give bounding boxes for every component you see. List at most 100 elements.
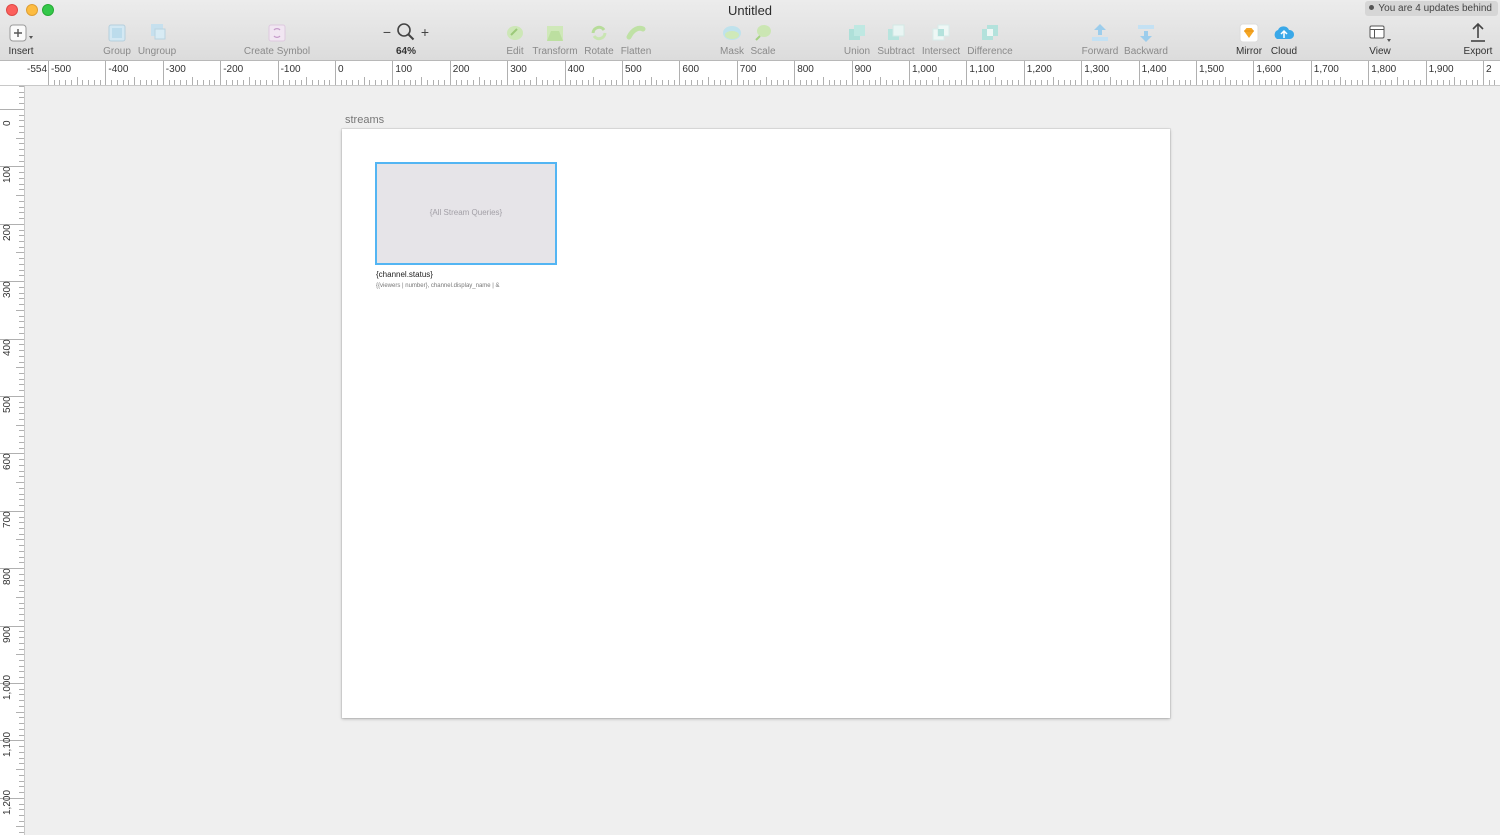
ruler-tick: [713, 80, 715, 85]
ruler-tick: [19, 120, 24, 122]
ruler-tick: [1414, 80, 1416, 85]
ruler-tick: [19, 516, 24, 518]
ruler-tick: [1058, 80, 1060, 85]
ruler-tick: [426, 80, 428, 85]
horizontal-ruler[interactable]: -554 -500 -400 -300 -200 -100 0 100 200 300 400 500…: [24, 61, 1500, 86]
ruler-tick: [19, 533, 24, 535]
ruler-tick: [972, 80, 974, 85]
ruler-tick: [1150, 80, 1152, 85]
ruler-tick: [19, 143, 24, 145]
ruler-tick: [105, 61, 107, 85]
ruler-label: -500: [51, 64, 72, 75]
ruler-tick: [340, 80, 342, 85]
ruler-tick: [19, 373, 24, 374]
subtract-button[interactable]: Subtract: [875, 22, 917, 58]
ruler-tick: [1373, 80, 1375, 85]
ruler-tick: [616, 80, 618, 85]
edit-button[interactable]: Edit: [502, 22, 528, 58]
ruler-tick: [1075, 80, 1077, 85]
view-button[interactable]: View: [1364, 22, 1396, 58]
stream-card-selected[interactable]: {All Stream Queries}: [375, 162, 557, 265]
rotate-button[interactable]: Rotate: [583, 22, 615, 58]
canvas[interactable]: streams {All Stream Queries} {channel.st…: [25, 86, 1500, 835]
export-icon: [1471, 22, 1485, 42]
ruler-tick: [1063, 80, 1065, 85]
ruler-tick: [122, 80, 124, 85]
forward-icon: [1092, 24, 1108, 41]
ruler-tick: [1086, 80, 1088, 85]
ruler-tick: [1155, 80, 1157, 85]
ruler-tick: [19, 809, 24, 811]
vertical-ruler[interactable]: 0 100 200 300 400 500 600 700 800 900 1,000 1,100 1,…: [0, 86, 25, 835]
ruler-tick: [949, 80, 951, 85]
artboard-title[interactable]: streams: [345, 114, 384, 126]
ruler-tick: [116, 80, 118, 85]
intersect-icon: [932, 24, 950, 41]
scale-button[interactable]: Scale: [749, 22, 777, 58]
ruler-tick: [111, 80, 113, 85]
ruler-tick: [776, 80, 778, 85]
zoom-in-button[interactable]: +: [421, 24, 429, 40]
ruler-tick: [1448, 80, 1450, 85]
ruler-tick: [70, 80, 72, 85]
ruler-tick: [931, 80, 933, 85]
ruler-tick: [1379, 80, 1381, 85]
transform-button[interactable]: Transform: [531, 22, 579, 58]
artboard[interactable]: {All Stream Queries} {channel.status} {{…: [342, 129, 1170, 718]
ruler-tick: [702, 80, 704, 85]
difference-button[interactable]: Difference: [965, 22, 1015, 58]
ruler-tick: [357, 80, 359, 85]
cloud-button[interactable]: Cloud: [1268, 22, 1300, 58]
ruler-tick: [1000, 80, 1002, 85]
ruler-tick: [1483, 61, 1484, 85]
ruler-tick: [185, 80, 187, 85]
mask-label: Mask: [720, 46, 744, 57]
group-button[interactable]: Group: [101, 22, 133, 58]
ruler-tick: [478, 77, 480, 85]
ruler-tick: [1408, 80, 1410, 85]
backward-button[interactable]: Backward: [1123, 22, 1169, 58]
ruler-tick: [811, 80, 813, 85]
ruler-tick: [960, 80, 962, 85]
flatten-button[interactable]: Flatten: [619, 22, 653, 58]
ruler-label: 1,500: [1199, 64, 1225, 75]
ruler-tick: [1081, 61, 1083, 85]
create-symbol-button[interactable]: Create Symbol: [243, 22, 311, 58]
ruler-tick: [1471, 80, 1473, 85]
ruler-tick: [19, 240, 24, 242]
forward-button[interactable]: Forward: [1080, 22, 1120, 58]
ungroup-button[interactable]: Ungroup: [136, 22, 178, 58]
ruler-tick: [380, 80, 382, 85]
channel-status-text[interactable]: {channel.status}: [376, 270, 433, 279]
viewers-meta-text[interactable]: {{viewers | number}, channel.display_nam…: [376, 283, 500, 289]
ruler-tick: [1259, 80, 1261, 85]
ruler-tick: [191, 77, 193, 85]
ruler-tick: [162, 61, 164, 85]
ruler-tick: [19, 304, 24, 306]
export-button[interactable]: Export: [1462, 22, 1494, 58]
ruler-label: -100: [280, 64, 301, 75]
insert-button[interactable]: Insert: [6, 22, 36, 58]
ruler-tick: [622, 61, 623, 85]
intersect-button[interactable]: Intersect: [920, 22, 962, 58]
ruler-tick: [220, 61, 222, 85]
ruler-tick: [16, 711, 24, 713]
ruler-tick: [19, 103, 24, 105]
ruler-tick: [1241, 80, 1243, 85]
ruler-tick: [19, 436, 24, 438]
update-notice[interactable]: You are 4 updates behind: [1365, 1, 1498, 16]
ruler-tick: [19, 803, 24, 805]
ruler-tick: [19, 820, 24, 822]
ruler-tick: [19, 814, 24, 816]
zoom-out-button[interactable]: −: [383, 24, 391, 40]
mask-button[interactable]: Mask: [719, 22, 745, 58]
ruler-tick: [19, 459, 24, 461]
union-button[interactable]: Union: [842, 22, 872, 58]
mirror-button[interactable]: Mirror: [1234, 22, 1264, 58]
ruler-tick: [840, 80, 842, 85]
ruler-tick: [903, 80, 905, 85]
ruler-tick: [19, 263, 24, 265]
ruler-tick: [1454, 77, 1456, 85]
ruler-tick: [1201, 80, 1203, 85]
ruler-tick: [782, 80, 784, 85]
